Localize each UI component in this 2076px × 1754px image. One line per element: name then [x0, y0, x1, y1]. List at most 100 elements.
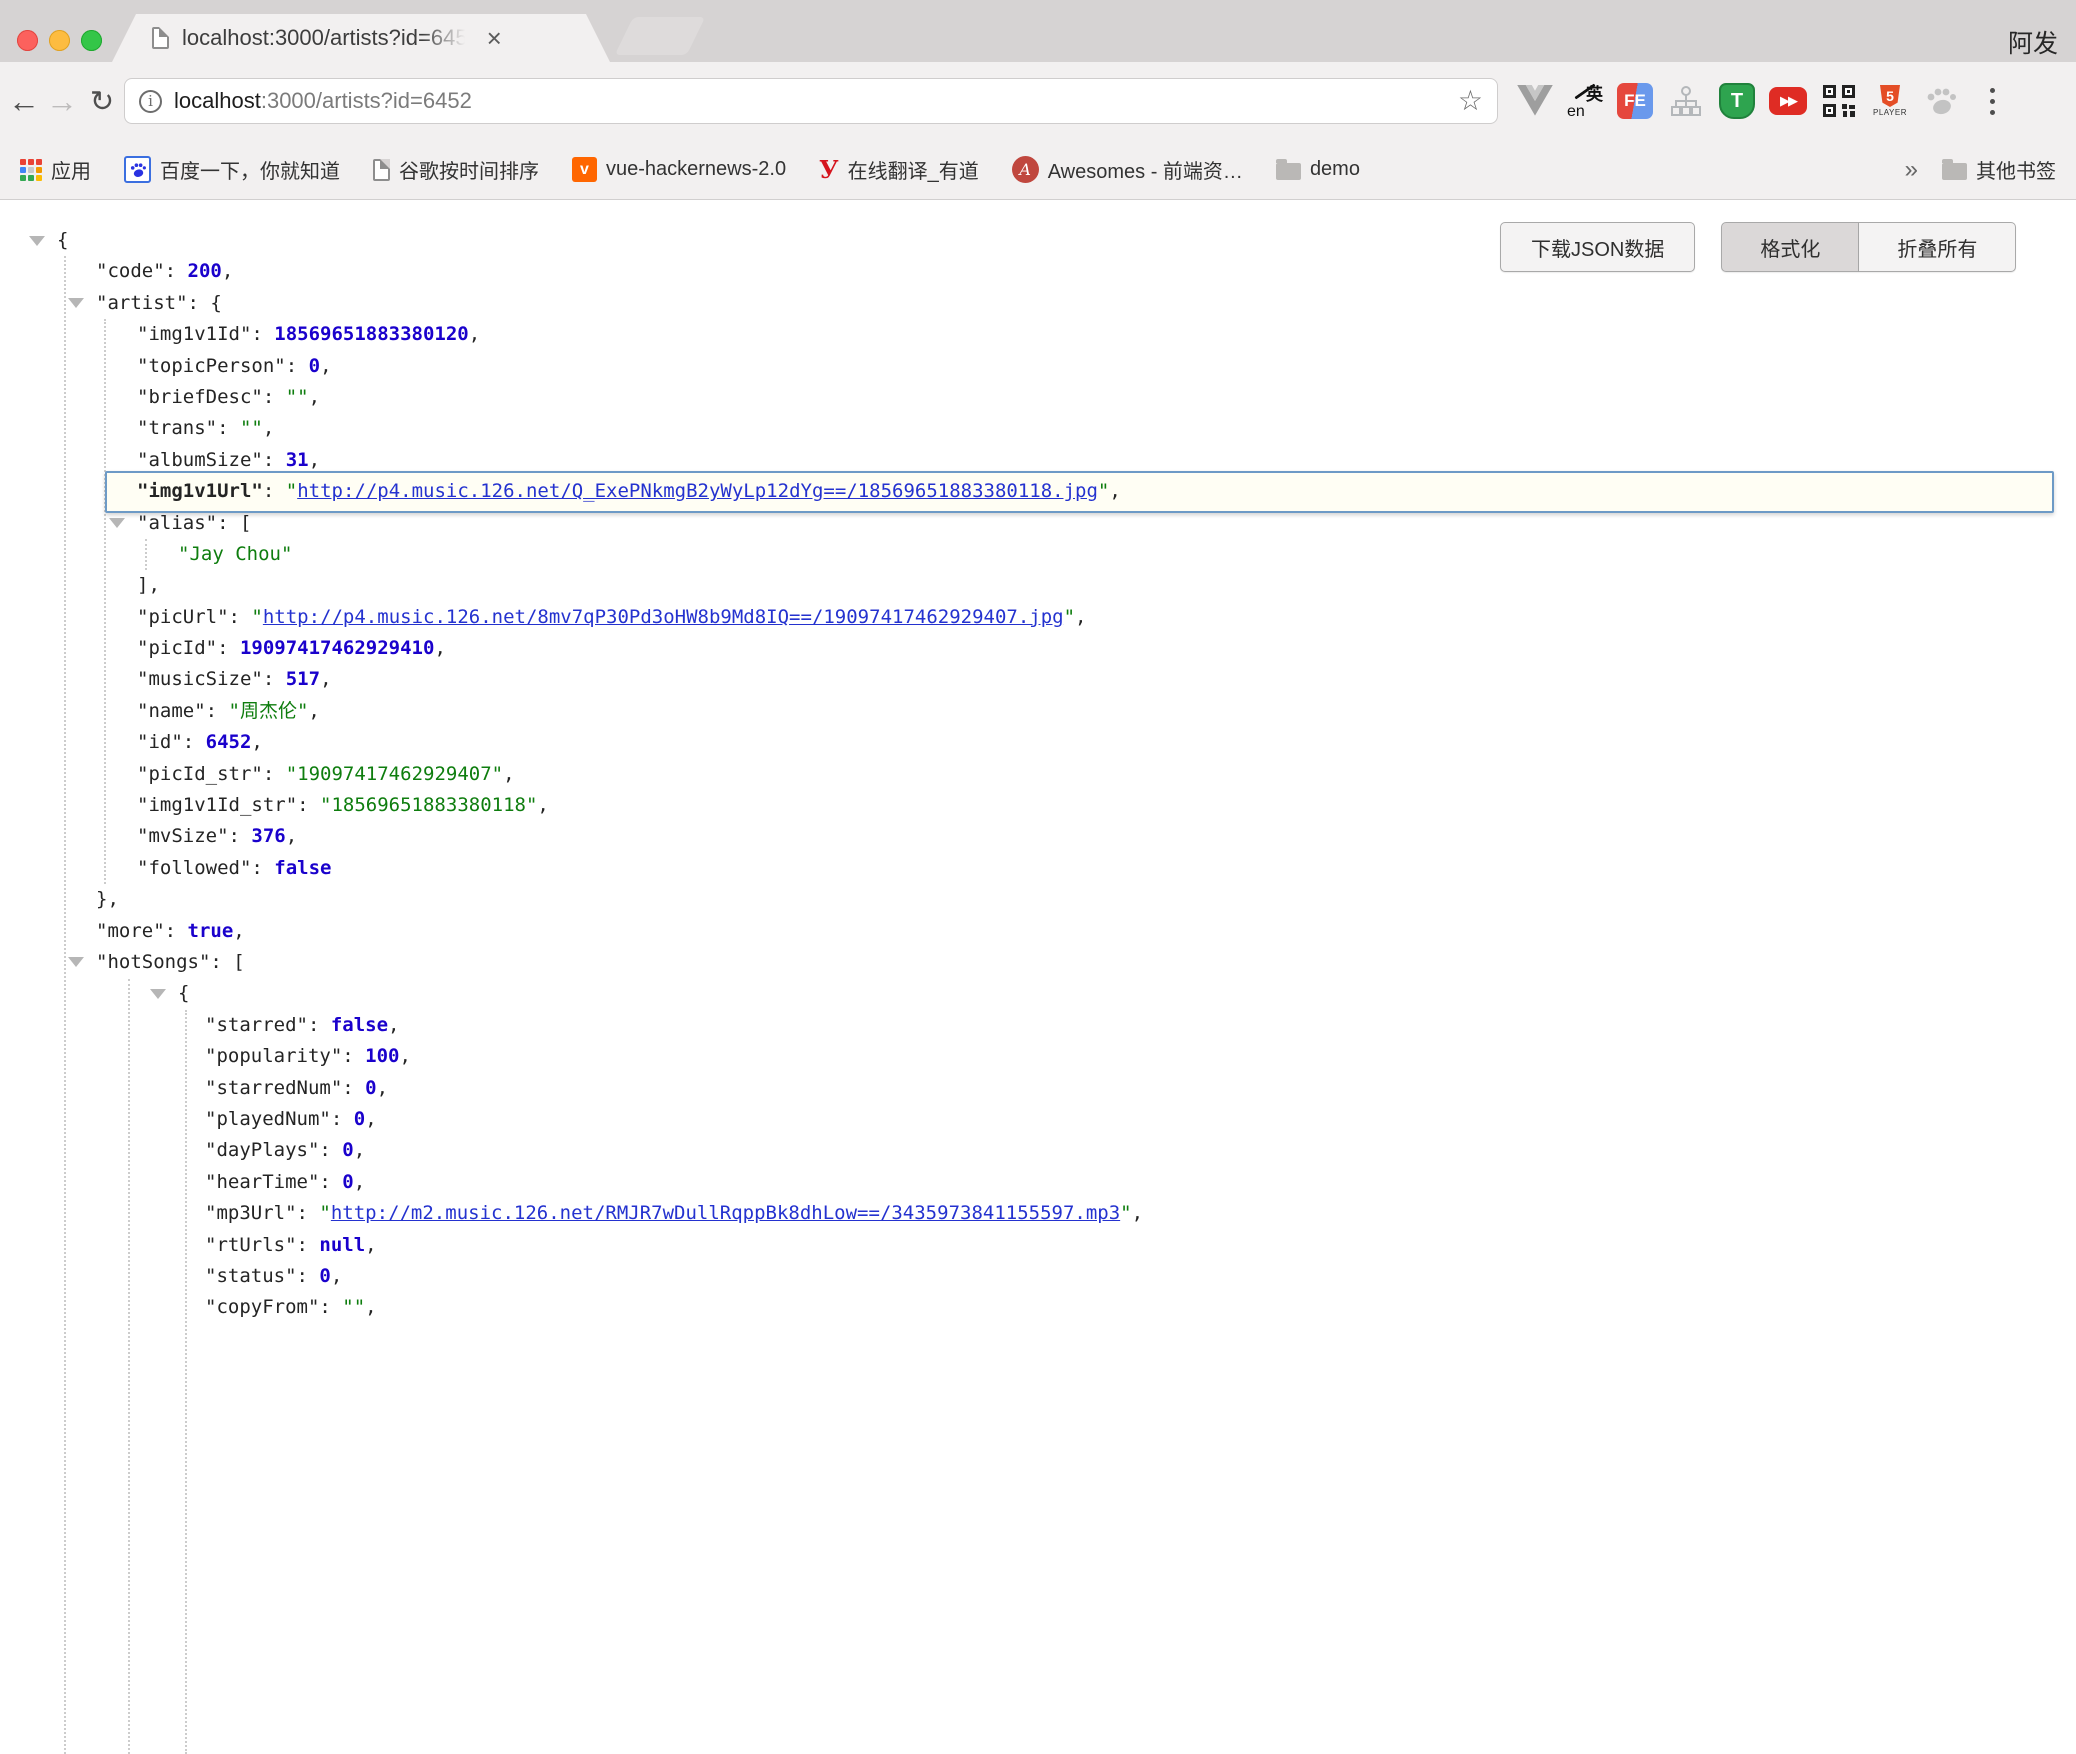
- json-token: :: [251, 857, 274, 879]
- json-line: "starredNum": 0,: [0, 1073, 2076, 1104]
- bookmark-google-sort[interactable]: 谷歌按时间排序: [373, 155, 539, 184]
- tab-close-icon[interactable]: ×: [487, 25, 502, 51]
- translate-icon[interactable]: 英 en: [1567, 83, 1603, 119]
- address-bar[interactable]: i localhost:3000/artists?id=6452 ☆: [124, 78, 1498, 124]
- qrcode-icon[interactable]: [1820, 80, 1858, 122]
- bookmark-apps[interactable]: 应用: [20, 155, 91, 184]
- collapse-all-button[interactable]: 折叠所有: [1859, 222, 2016, 272]
- bookmark-baidu[interactable]: 百度一下，你就知道: [124, 155, 340, 184]
- json-token: "albumSize": [137, 449, 263, 471]
- json-token: "briefDesc": [137, 386, 263, 408]
- json-line: "followed": false: [0, 853, 2076, 884]
- json-token: ,: [354, 1171, 365, 1193]
- sitemap-icon[interactable]: [1667, 80, 1705, 122]
- collapse-triangle-icon[interactable]: [68, 957, 84, 967]
- json-token: ": [1064, 606, 1075, 628]
- new-tab-button[interactable]: [615, 17, 706, 55]
- json-token: },: [96, 888, 119, 910]
- json-token: "周杰伦": [229, 700, 309, 722]
- json-token: ": [251, 606, 262, 628]
- json-token: "hotSongs": [96, 951, 210, 973]
- json-line: "picId_str": "19097417462929407",: [0, 759, 2076, 790]
- bookmark-awesomes[interactable]: A Awesomes - 前端资…: [1012, 155, 1243, 184]
- download-json-button[interactable]: 下载JSON数据: [1500, 222, 1695, 272]
- json-token: :: [319, 1139, 342, 1161]
- json-line: "starred": false,: [0, 1010, 2076, 1041]
- json-line: "copyFrom": "",: [0, 1292, 2076, 1323]
- page-icon: [373, 159, 390, 181]
- bookmark-youdao[interactable]: У 在线翻译_有道: [819, 155, 979, 184]
- json-url-link[interactable]: http://p4.music.126.net/8mv7qP30Pd3oHW8b…: [263, 606, 1064, 628]
- bookmarks-overflow-icon[interactable]: »: [1905, 156, 1918, 184]
- json-token: :: [263, 386, 286, 408]
- page-icon: [152, 27, 169, 49]
- minimize-window-button[interactable]: [49, 30, 70, 51]
- tampermonkey-icon[interactable]: T: [1718, 80, 1756, 122]
- json-token: : [: [217, 512, 251, 534]
- json-token: "status": [205, 1265, 297, 1287]
- json-token: "mvSize": [137, 825, 229, 847]
- json-token: 0: [342, 1171, 353, 1193]
- forward-button[interactable]: →: [40, 62, 84, 140]
- bookmark-vue-hackernews[interactable]: v vue-hackernews-2.0: [572, 157, 786, 182]
- video-speed-icon[interactable]: ▶▶: [1769, 80, 1807, 122]
- collapse-triangle-icon[interactable]: [150, 989, 166, 999]
- json-token: :: [342, 1077, 365, 1099]
- json-token: :: [263, 668, 286, 690]
- collapse-triangle-icon[interactable]: [109, 518, 125, 528]
- json-token: ,: [434, 637, 445, 659]
- browser-menu-icon[interactable]: [1973, 80, 2011, 122]
- bookmark-star-icon[interactable]: ☆: [1458, 87, 1483, 115]
- traffic-lights: [17, 30, 102, 51]
- json-token: :: [319, 1296, 342, 1318]
- json-token: ,: [233, 920, 244, 942]
- json-token: :: [206, 700, 229, 722]
- json-token: :: [331, 1108, 354, 1130]
- json-line: "popularity": 100,: [0, 1041, 2076, 1072]
- json-line: "more": true,: [0, 916, 2076, 947]
- maximize-window-button[interactable]: [81, 30, 102, 51]
- browser-tab[interactable]: localhost:3000/artists?id=645 ×: [112, 14, 610, 62]
- other-bookmarks-folder[interactable]: 其他书签: [1942, 155, 2056, 184]
- bookmark-folder-demo[interactable]: demo: [1276, 158, 1360, 181]
- json-token: ,: [537, 794, 548, 816]
- json-token: ,: [365, 1108, 376, 1130]
- json-url-link[interactable]: http://p4.music.126.net/Q_ExePNkmgB2yWyL…: [297, 480, 1098, 502]
- json-token: 6452: [206, 731, 252, 753]
- vue-devtools-icon[interactable]: [1516, 80, 1554, 122]
- paw-extension-icon[interactable]: [1922, 80, 1960, 122]
- json-token: "19097417462929407": [286, 763, 503, 785]
- reload-button[interactable]: ↻: [80, 62, 124, 140]
- json-line: "status": 0,: [0, 1261, 2076, 1292]
- json-line: "picId": 19097417462929410,: [0, 633, 2076, 664]
- json-token: : {: [188, 292, 222, 314]
- json-token: :: [297, 1234, 320, 1256]
- json-token: :: [229, 825, 252, 847]
- json-token: {: [178, 982, 189, 1004]
- json-token: false: [331, 1014, 388, 1036]
- format-button[interactable]: 格式化: [1721, 222, 1859, 272]
- json-line: {: [0, 978, 2076, 1009]
- json-token: 0: [354, 1108, 365, 1130]
- json-token: :: [165, 260, 188, 282]
- json-token: :: [263, 449, 286, 471]
- html5-player-icon[interactable]: 5 PLAYER: [1871, 80, 1909, 122]
- collapse-triangle-icon[interactable]: [29, 236, 45, 246]
- json-token: :: [217, 417, 240, 439]
- collapse-triangle-icon[interactable]: [68, 298, 84, 308]
- json-line: "img1v1Url": "http://p4.music.126.net/Q_…: [0, 476, 2076, 507]
- profile-name[interactable]: 阿发: [2008, 24, 2058, 60]
- json-token: ,: [377, 1077, 388, 1099]
- json-token: "musicSize": [137, 668, 263, 690]
- json-url-link[interactable]: http://m2.music.126.net/RMJR7wDullRqppBk…: [331, 1202, 1120, 1224]
- close-window-button[interactable]: [17, 30, 38, 51]
- json-token: "": [240, 417, 263, 439]
- json-line: "picUrl": "http://p4.music.126.net/8mv7q…: [0, 602, 2076, 633]
- site-info-icon[interactable]: i: [139, 90, 162, 113]
- json-token: :: [165, 920, 188, 942]
- fe-extension-icon[interactable]: FE: [1616, 80, 1654, 122]
- json-token: ,: [469, 323, 480, 345]
- json-line: },: [0, 884, 2076, 915]
- json-token: ": [1120, 1202, 1131, 1224]
- json-token: ,: [263, 417, 274, 439]
